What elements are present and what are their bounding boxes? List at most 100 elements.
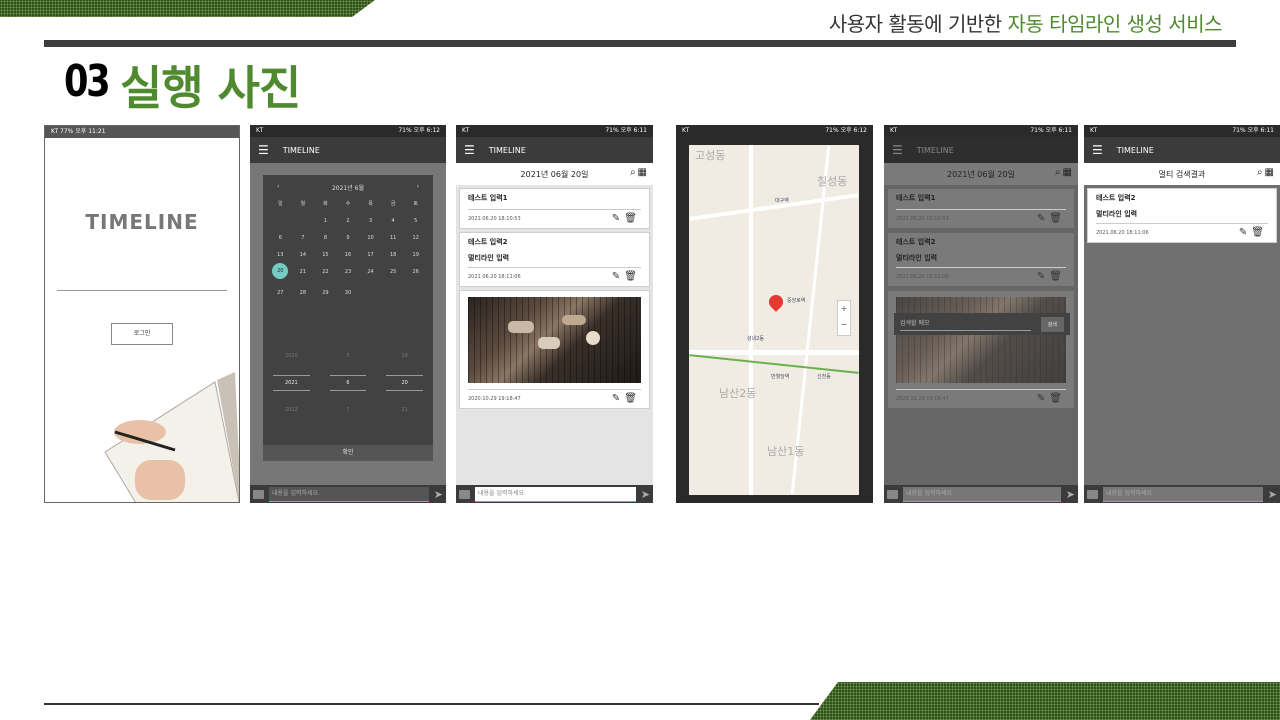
chevron-right-icon[interactable]: › bbox=[417, 183, 419, 192]
calendar-day[interactable]: 23 bbox=[337, 269, 360, 279]
entry-time: 2020.10.29 19:18:47 bbox=[468, 395, 521, 402]
calendar-day[interactable]: 1 bbox=[314, 218, 337, 224]
edit-icon[interactable]: ✎ bbox=[1037, 271, 1049, 282]
delete-icon[interactable]: 🗑 bbox=[1251, 227, 1268, 238]
menu-icon[interactable]: ☰ bbox=[1092, 143, 1103, 157]
calendar-day[interactable]: 30 bbox=[337, 290, 360, 296]
calendar-day[interactable]: 10 bbox=[359, 235, 382, 241]
calendar-day[interactable]: 7 bbox=[292, 235, 315, 241]
calendar-day[interactable]: 14 bbox=[292, 252, 315, 258]
calendar-day[interactable]: 6 bbox=[269, 235, 292, 241]
calendar-day[interactable]: 22 bbox=[314, 269, 337, 279]
result-entry[interactable]: 테스트 입력2 멀티라인 입력 2021.06.20 18:11:06 ✎🗑 bbox=[1087, 188, 1277, 243]
timeline-entry[interactable]: 테스트 입력1 2021.06.20 18:10:53 ✎🗑 bbox=[459, 188, 650, 229]
menu-icon[interactable]: ☰ bbox=[464, 143, 475, 157]
search-dialog: 검색할 메모 검색 bbox=[894, 313, 1070, 335]
search-button[interactable]: 검색 bbox=[1040, 316, 1064, 332]
edit-icon[interactable]: ✎ bbox=[1239, 227, 1251, 238]
timeline-entry[interactable]: 테스트 입력2 멀티라인 입력 2021.06.20 18:11:06 ✎🗑 bbox=[459, 232, 650, 287]
edit-icon[interactable]: ✎ bbox=[1037, 393, 1049, 404]
chevron-left-icon[interactable]: ‹ bbox=[277, 183, 279, 192]
phone-map-screen: KT 71% 오후 6:12 고성동 칠성동 남산2동 남산1동 중앙로역 대구역… bbox=[676, 125, 873, 503]
calendar-day[interactable]: 9 bbox=[337, 235, 360, 241]
decor-bottom-right bbox=[810, 682, 1280, 720]
menu-icon[interactable]: ☰ bbox=[892, 143, 903, 157]
delete-icon[interactable]: 🗑 bbox=[624, 213, 641, 224]
edit-icon[interactable]: ✎ bbox=[612, 393, 624, 404]
calendar-day[interactable]: 26 bbox=[404, 269, 427, 279]
weekday-label: 토 bbox=[413, 201, 418, 207]
edit-icon[interactable]: ✎ bbox=[612, 271, 624, 282]
calendar-day[interactable]: 19 bbox=[404, 252, 427, 258]
spinner-value[interactable]: 6 bbox=[329, 375, 367, 391]
calendar-day[interactable]: 13 bbox=[269, 252, 292, 258]
calendar-day[interactable]: 24 bbox=[359, 269, 382, 279]
spinner-value[interactable]: 21 bbox=[376, 407, 433, 413]
memo-input[interactable]: 내용을 입력하세요. bbox=[475, 486, 636, 502]
entry-photo bbox=[896, 297, 1066, 383]
memo-input[interactable]: 내용을 입력하세요. bbox=[903, 486, 1061, 502]
send-icon[interactable]: ➤ bbox=[1268, 488, 1277, 501]
calendar-day[interactable]: 25 bbox=[382, 269, 405, 279]
calendar-day[interactable]: 27 bbox=[269, 290, 292, 296]
calendar-day[interactable]: 16 bbox=[337, 252, 360, 258]
timeline-list: 테스트 입력1 2021.06.20 18:10:53 ✎🗑 테스트 입력2 멀티라인… bbox=[456, 185, 653, 485]
date-bar: 2021년 06월 20일 ⌕▦ bbox=[884, 163, 1078, 186]
memo-input[interactable]: 내용을 입력하세요. bbox=[269, 486, 429, 502]
menu-icon[interactable]: ☰ bbox=[258, 143, 269, 157]
calendar-day[interactable]: 3 bbox=[359, 218, 382, 224]
edit-icon[interactable]: ✎ bbox=[612, 213, 624, 224]
spinner-value[interactable]: 5 bbox=[320, 353, 377, 359]
calendar-day[interactable]: 20 bbox=[272, 263, 289, 279]
spinner-value[interactable]: 19 bbox=[376, 353, 433, 359]
status-bar: KT 71% 오후 6:11 bbox=[1084, 125, 1280, 137]
result-title: 멀티 검색결과 bbox=[1158, 169, 1206, 179]
search-icon[interactable]: ⌕ bbox=[1055, 167, 1063, 178]
search-input[interactable]: 검색할 메모 bbox=[900, 318, 1031, 331]
spinner-value[interactable]: 2020 bbox=[263, 353, 320, 359]
delete-icon[interactable]: 🗑 bbox=[624, 393, 641, 404]
calendar-day[interactable]: 29 bbox=[314, 290, 337, 296]
calendar-day[interactable]: 8 bbox=[314, 235, 337, 241]
calendar-day[interactable]: 12 bbox=[404, 235, 427, 241]
spinner-value[interactable]: 20 bbox=[386, 375, 423, 391]
image-icon[interactable] bbox=[1087, 489, 1098, 499]
edit-icon[interactable]: ✎ bbox=[1037, 213, 1049, 224]
calendar-day[interactable]: 21 bbox=[292, 269, 315, 279]
search-icon[interactable]: ⌕ bbox=[1257, 167, 1265, 178]
date-spinner[interactable]: 2020 5 19 2021 6 20 2022 7 21 bbox=[263, 353, 433, 413]
calendar-icon[interactable]: ▦ bbox=[638, 167, 649, 178]
calendar-day[interactable]: 15 bbox=[314, 252, 337, 258]
calendar-day[interactable]: 28 bbox=[292, 290, 315, 296]
map-pin-icon[interactable] bbox=[766, 292, 786, 312]
calendar-icon[interactable]: ▦ bbox=[1063, 167, 1074, 178]
calendar-day[interactable]: 4 bbox=[382, 218, 405, 224]
send-icon[interactable]: ➤ bbox=[434, 488, 443, 501]
zoom-control[interactable]: + − bbox=[837, 300, 851, 336]
image-icon[interactable] bbox=[887, 489, 898, 499]
calendar-icon[interactable]: ▦ bbox=[1265, 167, 1276, 178]
delete-icon[interactable]: 🗑 bbox=[624, 271, 641, 282]
map-view[interactable]: 고성동 칠성동 남산2동 남산1동 중앙로역 대구역 반월당역 성내2동 신천동… bbox=[689, 145, 859, 495]
map-label: 반월당역 bbox=[771, 374, 790, 380]
spinner-value[interactable]: 2021 bbox=[273, 375, 310, 391]
confirm-button[interactable]: 확인 bbox=[263, 445, 433, 461]
send-icon[interactable]: ➤ bbox=[1066, 488, 1075, 501]
spinner-value[interactable]: 2022 bbox=[263, 407, 320, 413]
calendar-day[interactable]: 5 bbox=[404, 218, 427, 224]
delete-icon[interactable]: 🗑 bbox=[1049, 393, 1066, 404]
timeline-entry-photo[interactable]: 2020.10.29 19:18:47 ✎🗑 bbox=[459, 290, 650, 409]
memo-input[interactable]: 내용을 입력하세요. bbox=[1103, 486, 1263, 502]
search-icon[interactable]: ⌕ bbox=[630, 167, 638, 178]
decor-top-left bbox=[0, 0, 375, 17]
calendar-day[interactable]: 18 bbox=[382, 252, 405, 258]
image-icon[interactable] bbox=[459, 489, 470, 499]
calendar-day[interactable]: 17 bbox=[359, 252, 382, 258]
delete-icon[interactable]: 🗑 bbox=[1049, 213, 1066, 224]
calendar-day[interactable]: 2 bbox=[337, 218, 360, 224]
delete-icon[interactable]: 🗑 bbox=[1049, 271, 1066, 282]
send-icon[interactable]: ➤ bbox=[641, 488, 650, 501]
image-icon[interactable] bbox=[253, 489, 264, 499]
calendar-day[interactable]: 11 bbox=[382, 235, 405, 241]
spinner-value[interactable]: 7 bbox=[320, 407, 377, 413]
